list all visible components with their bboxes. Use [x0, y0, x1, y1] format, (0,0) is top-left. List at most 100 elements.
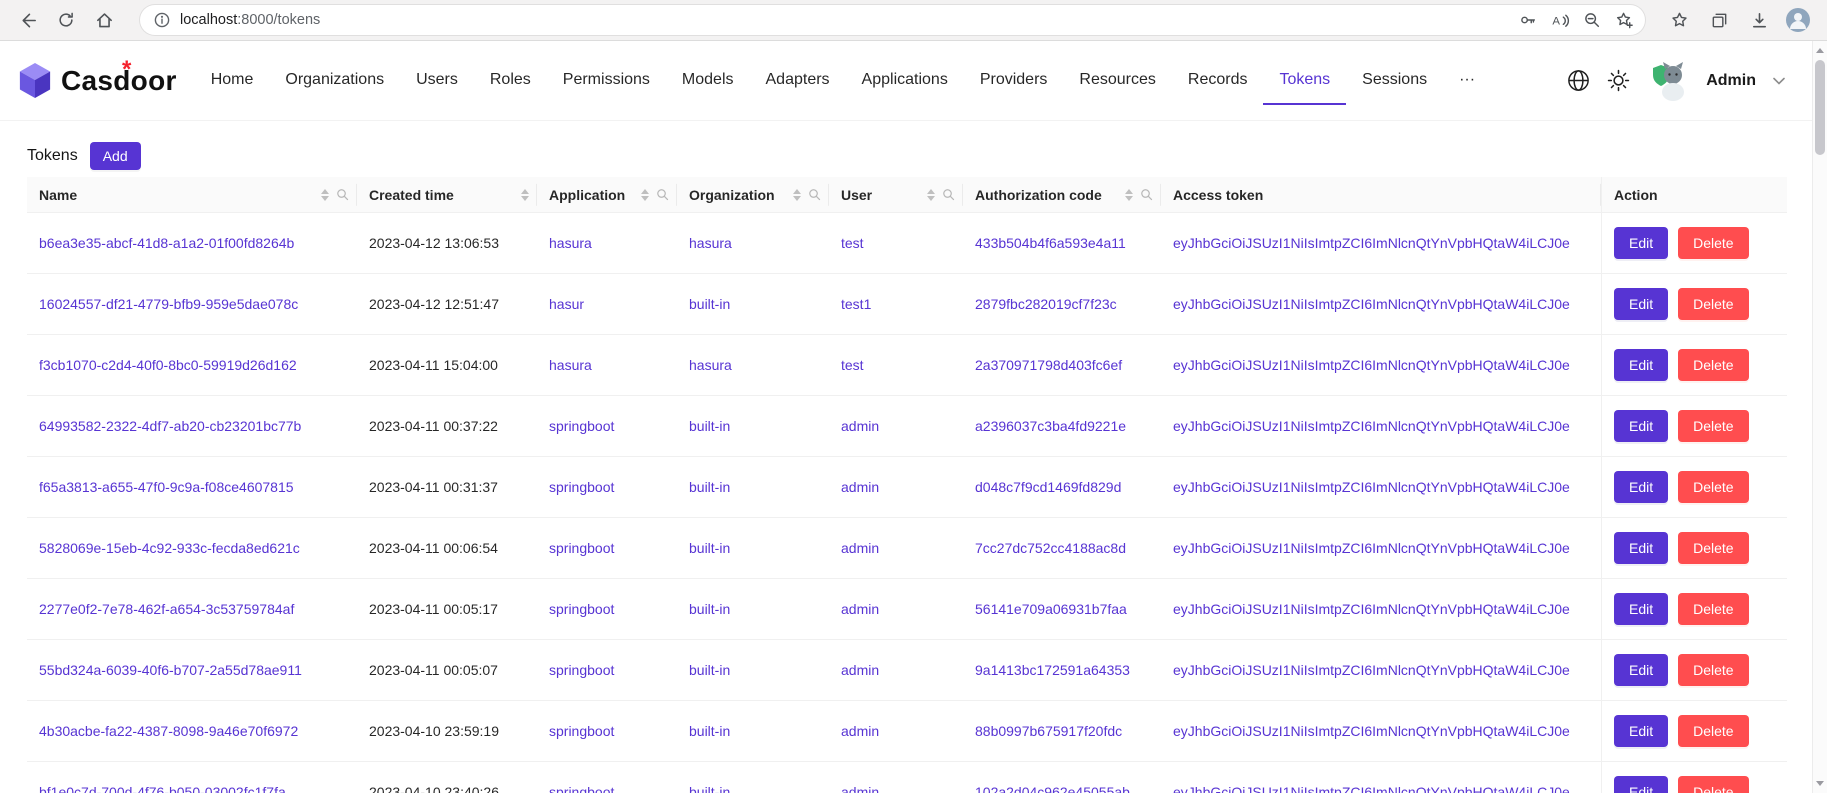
application-link[interactable]: springboot: [549, 479, 614, 495]
token-name-link[interactable]: 5828069e-15eb-4c92-933c-fecda8ed621c: [39, 540, 300, 556]
sorter-icon[interactable]: [793, 189, 801, 201]
edit-button[interactable]: Edit: [1614, 410, 1668, 442]
authorization-code-link[interactable]: 7cc27dc752cc4188ac8d: [975, 540, 1126, 556]
sorter-icon[interactable]: [321, 189, 329, 201]
sorter-icon[interactable]: [521, 189, 529, 201]
organization-link[interactable]: hasura: [689, 235, 732, 251]
user-link[interactable]: admin: [841, 662, 879, 678]
token-name-link[interactable]: 4b30acbe-fa22-4387-8098-9a46e70f6972: [39, 723, 298, 739]
organization-link[interactable]: built-in: [689, 296, 730, 312]
delete-button[interactable]: Delete: [1678, 227, 1748, 259]
authorization-code-link[interactable]: 433b504b4f6a593e4a11: [975, 235, 1126, 251]
application-link[interactable]: springboot: [549, 784, 614, 793]
organization-link[interactable]: built-in: [689, 479, 730, 495]
delete-button[interactable]: Delete: [1678, 776, 1748, 793]
browser-profile-avatar[interactable]: [1781, 3, 1815, 37]
user-link[interactable]: admin: [841, 601, 879, 617]
application-link[interactable]: springboot: [549, 601, 614, 617]
user-link[interactable]: admin: [841, 418, 879, 434]
scroll-up-icon[interactable]: [1813, 43, 1827, 58]
column-search-icon[interactable]: [336, 188, 349, 201]
application-link[interactable]: springboot: [549, 540, 614, 556]
delete-button[interactable]: Delete: [1678, 471, 1748, 503]
language-globe-icon[interactable]: [1567, 69, 1590, 92]
application-link[interactable]: springboot: [549, 418, 614, 434]
user-link[interactable]: admin: [841, 723, 879, 739]
casdoor-logo[interactable]: Casdoor *: [18, 62, 181, 100]
nav-item-users[interactable]: Users: [400, 57, 474, 105]
account-menu[interactable]: Admin: [1706, 72, 1756, 90]
organization-link[interactable]: built-in: [689, 662, 730, 678]
application-link[interactable]: hasura: [549, 235, 592, 251]
vertical-scrollbar[interactable]: [1812, 41, 1827, 793]
add-button[interactable]: Add: [90, 142, 141, 170]
scroll-down-icon[interactable]: [1813, 776, 1827, 791]
authorization-code-link[interactable]: a2396037c3ba4fd9221e: [975, 418, 1126, 434]
refresh-icon[interactable]: [48, 3, 84, 37]
theme-sun-icon[interactable]: [1607, 69, 1630, 92]
edit-button[interactable]: Edit: [1614, 227, 1668, 259]
delete-button[interactable]: Delete: [1678, 532, 1748, 564]
column-header-application[interactable]: Application: [537, 177, 677, 213]
edit-button[interactable]: Edit: [1614, 654, 1668, 686]
token-name-link[interactable]: 2277e0f2-7e78-462f-a654-3c53759784af: [39, 601, 294, 617]
address-bar[interactable]: localhost:8000/tokens A: [140, 5, 1645, 35]
token-name-link[interactable]: f3cb1070-c2d4-40f0-8bc0-59919d26d162: [39, 357, 297, 373]
edit-button[interactable]: Edit: [1614, 776, 1668, 793]
column-search-icon[interactable]: [656, 188, 669, 201]
user-link[interactable]: test: [841, 235, 864, 251]
user-link[interactable]: admin: [841, 479, 879, 495]
column-search-icon[interactable]: [808, 188, 821, 201]
nav-item-providers[interactable]: Providers: [964, 57, 1064, 105]
application-link[interactable]: hasur: [549, 296, 584, 312]
token-name-link[interactable]: b6ea3e35-abcf-41d8-a1a2-01f00fd8264b: [39, 235, 294, 251]
add-favorite-star-icon[interactable]: [1609, 7, 1639, 34]
nav-item-tokens[interactable]: Tokens: [1263, 57, 1346, 105]
column-header-user[interactable]: User: [829, 177, 963, 213]
authorization-code-link[interactable]: 102a2d04c962e45055ab: [975, 784, 1130, 793]
organization-link[interactable]: built-in: [689, 418, 730, 434]
chevron-down-icon[interactable]: [1773, 77, 1785, 85]
scrollbar-thumb[interactable]: [1815, 60, 1825, 155]
downloads-icon[interactable]: [1741, 3, 1777, 37]
column-header-created-time[interactable]: Created time: [357, 177, 537, 213]
column-header-authorization-code[interactable]: Authorization code: [963, 177, 1161, 213]
user-link[interactable]: test1: [841, 296, 871, 312]
token-name-link[interactable]: 16024557-df21-4779-bfb9-959e5dae078c: [39, 296, 298, 312]
user-link[interactable]: test: [841, 357, 864, 373]
sorter-icon[interactable]: [641, 189, 649, 201]
authorization-code-link[interactable]: 2a370971798d403fc6ef: [975, 357, 1122, 373]
nav-item-organizations[interactable]: Organizations: [269, 57, 400, 105]
column-search-icon[interactable]: [1140, 188, 1153, 201]
saved-password-key-icon[interactable]: [1513, 7, 1543, 34]
nav-item-resources[interactable]: Resources: [1063, 57, 1171, 105]
column-search-icon[interactable]: [942, 188, 955, 201]
collections-icon[interactable]: [1701, 3, 1737, 37]
token-name-link[interactable]: 64993582-2322-4df7-ab20-cb23201bc77b: [39, 418, 301, 434]
authorization-code-link[interactable]: 9a1413bc172591a64353: [975, 662, 1130, 678]
nav-item-adapters[interactable]: Adapters: [750, 57, 846, 105]
edit-button[interactable]: Edit: [1614, 471, 1668, 503]
application-link[interactable]: hasura: [549, 357, 592, 373]
authorization-code-link[interactable]: 88b0997b675917f20fdc: [975, 723, 1122, 739]
edit-button[interactable]: Edit: [1614, 349, 1668, 381]
edit-button[interactable]: Edit: [1614, 288, 1668, 320]
delete-button[interactable]: Delete: [1678, 288, 1748, 320]
organization-link[interactable]: built-in: [689, 540, 730, 556]
edit-button[interactable]: Edit: [1614, 593, 1668, 625]
user-link[interactable]: admin: [841, 784, 879, 793]
authorization-code-link[interactable]: d048c7f9cd1469fd829d: [975, 479, 1121, 495]
delete-button[interactable]: Delete: [1678, 654, 1748, 686]
favorites-icon[interactable]: [1661, 3, 1697, 37]
organization-link[interactable]: built-in: [689, 723, 730, 739]
nav-item-roles[interactable]: Roles: [474, 57, 547, 105]
delete-button[interactable]: Delete: [1678, 410, 1748, 442]
back-icon[interactable]: [10, 3, 46, 37]
user-link[interactable]: admin: [841, 540, 879, 556]
site-info-icon[interactable]: [154, 12, 170, 28]
application-link[interactable]: springboot: [549, 723, 614, 739]
edit-button[interactable]: Edit: [1614, 532, 1668, 564]
sorter-icon[interactable]: [1125, 189, 1133, 201]
nav-item-records[interactable]: Records: [1172, 57, 1264, 105]
read-aloud-icon[interactable]: A: [1545, 7, 1575, 34]
